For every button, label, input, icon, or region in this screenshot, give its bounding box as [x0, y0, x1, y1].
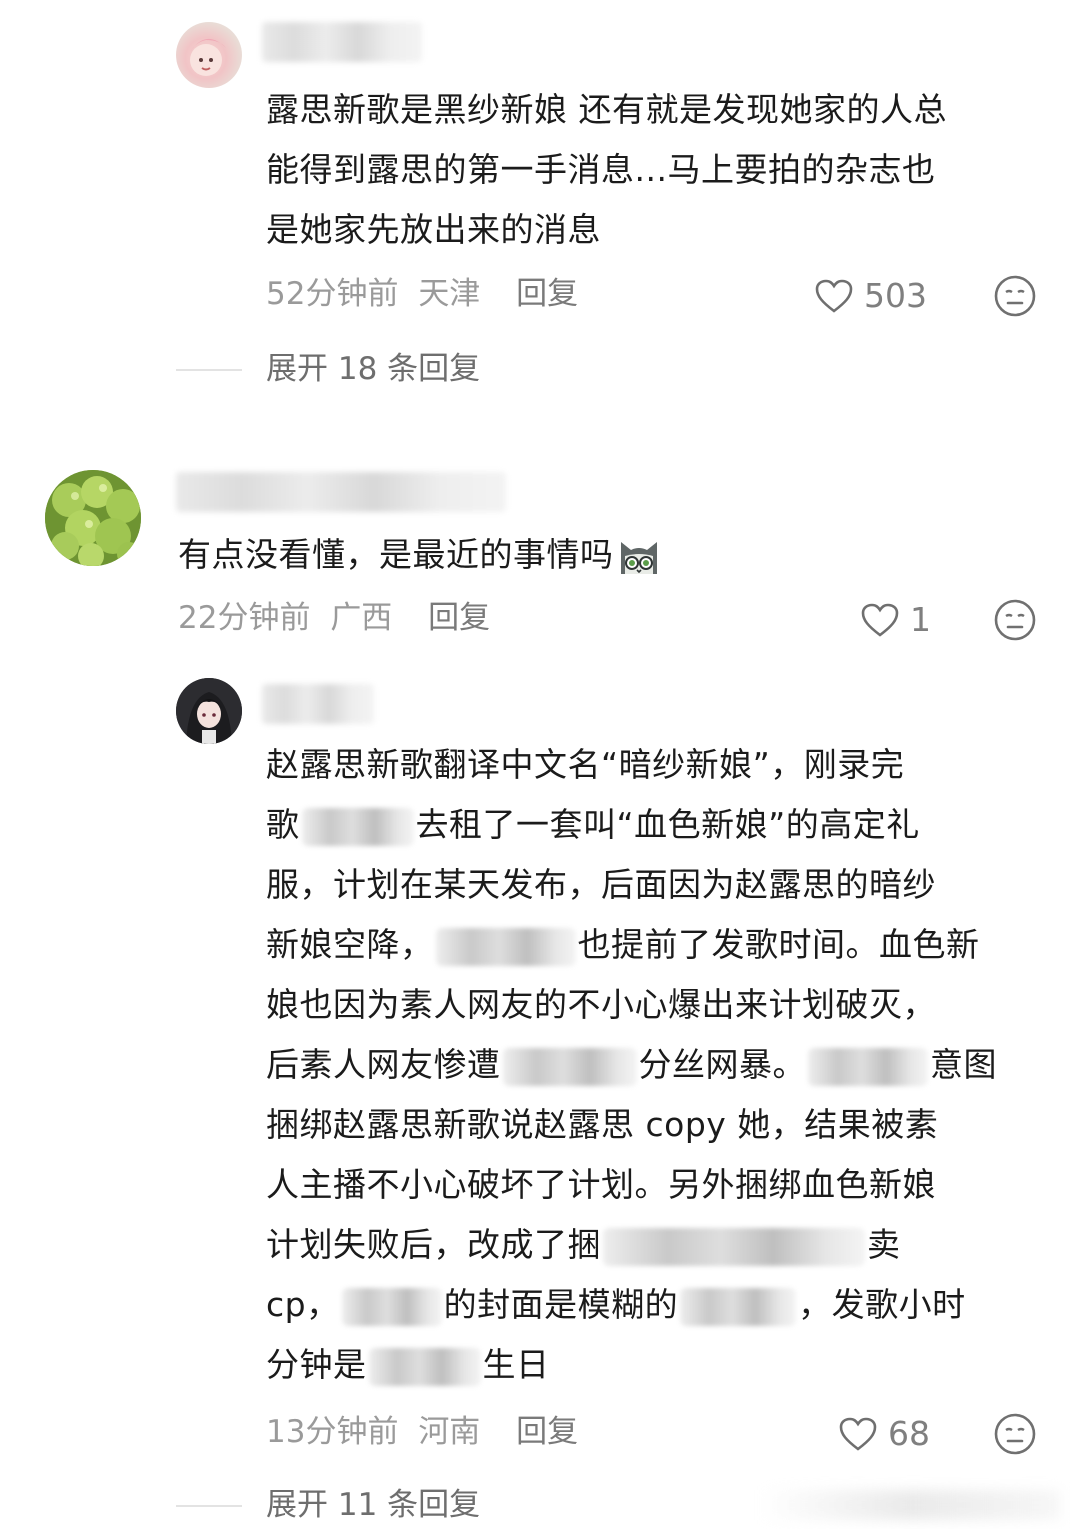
- text-segment: 后素人网友惨遭: [266, 1045, 501, 1084]
- blurred-text: [680, 1287, 797, 1326]
- text-segment: 的封面是模糊的: [443, 1285, 679, 1324]
- comment-line: 后素人网友惨遭 分丝网暴。 意图: [266, 1035, 997, 1095]
- blurred-text: [603, 1227, 865, 1266]
- comment-line: 娘也因为素人网友的不小心爆出来计划破灭，: [266, 985, 936, 1024]
- text-segment: 去租了一套叫“血色新娘”的高定礼: [415, 805, 920, 844]
- text-segment: 也提前了发歌时间。血色新: [577, 925, 980, 964]
- avatar[interactable]: [176, 22, 242, 88]
- like-count: 503: [864, 276, 927, 315]
- blurred-text: [435, 927, 576, 966]
- comment-meta: 22分钟前 广西 回复: [178, 594, 490, 642]
- watermark: [760, 1490, 1060, 1520]
- timestamp: 22分钟前: [178, 600, 311, 636]
- expand-replies-button[interactable]: 展开 18 条回复: [266, 345, 480, 393]
- comment-meta: 13分钟前 河南 回复: [266, 1408, 578, 1456]
- heart-icon: [861, 603, 899, 637]
- like-count: 68: [888, 1414, 930, 1453]
- text-segment: 生日: [482, 1345, 550, 1384]
- comment-line-text: 有点没看懂，是最近的事情吗: [178, 535, 614, 574]
- expand-replies-button[interactable]: 展开 11 条回复: [266, 1481, 480, 1529]
- text-segment: 分丝网暴。: [638, 1045, 806, 1084]
- text-segment: 计划失败后，改成了捆: [266, 1225, 601, 1264]
- comment-line: 新娘空降， 也提前了发歌时间。血色新: [266, 915, 997, 975]
- comment-line: 露思新歌是黑纱新娘 还有就是发现她家的人总: [266, 90, 947, 129]
- reply-button[interactable]: 回复: [516, 276, 578, 312]
- blurred-text: [368, 1347, 481, 1386]
- comment-line: 捆绑赵露思新歌说赵露思 copy 她，结果被素: [266, 1105, 939, 1144]
- comment-line: 赵露思新歌翻译中文名“暗纱新娘”，刚录完: [266, 745, 905, 784]
- dislike-face-icon[interactable]: [993, 598, 1037, 642]
- comment-line: 歌 去租了一套叫“血色新娘”的高定礼: [266, 795, 997, 855]
- comment-line: 分钟是 生日: [266, 1335, 997, 1395]
- timestamp: 13分钟前: [266, 1414, 399, 1450]
- comment-meta: 52分钟前 天津 回复: [266, 270, 578, 318]
- dislike-face-icon[interactable]: [993, 274, 1037, 318]
- avatar-illustration: [190, 38, 226, 76]
- username-blurred[interactable]: [262, 22, 422, 62]
- reply-button[interactable]: 回复: [516, 1414, 578, 1450]
- reply-button[interactable]: 回复: [428, 600, 490, 636]
- avatar-illustration: [45, 470, 141, 566]
- avatar[interactable]: [45, 470, 141, 566]
- text-segment: 卖: [867, 1225, 901, 1264]
- blurred-text: [808, 1047, 928, 1086]
- comment-text: 露思新歌是黑纱新娘 还有就是发现她家的人总 能得到露思的第一手消息...马上要拍…: [266, 80, 947, 260]
- comment-line: cp， 的封面是模糊的 ，发歌小时: [266, 1275, 997, 1335]
- divider: [176, 1505, 242, 1507]
- text-segment: 分钟是: [266, 1345, 367, 1384]
- blurred-text: [341, 1287, 442, 1326]
- comment-line: 人主播不小心破坏了计划。另外捆绑血色新娘: [266, 1165, 936, 1204]
- location: 天津: [418, 276, 481, 312]
- comment-line: 能得到露思的第一手消息...马上要拍的杂志也: [266, 150, 936, 189]
- comment-line: 有点没看懂，是最近的事情吗: [178, 525, 662, 585]
- comment-line: 计划失败后，改成了捆 卖: [266, 1215, 997, 1275]
- comment-text: 有点没看懂，是最近的事情吗: [178, 525, 662, 585]
- username-blurred[interactable]: [176, 472, 506, 512]
- avatar-illustration: [176, 678, 242, 744]
- comment-line: 是她家先放出来的消息: [266, 210, 601, 249]
- text-segment: 新娘空降，: [266, 925, 434, 964]
- location: 河南: [418, 1414, 481, 1450]
- text-segment: 意图: [930, 1045, 997, 1084]
- like-count: 1: [910, 600, 931, 639]
- avatar[interactable]: [176, 678, 242, 744]
- divider: [176, 369, 242, 371]
- like-button[interactable]: 503: [814, 272, 927, 320]
- username-blurred[interactable]: [262, 684, 374, 724]
- like-button[interactable]: 68: [838, 1410, 930, 1458]
- text-segment: ，发歌小时: [798, 1285, 966, 1324]
- text-segment: 歌: [266, 805, 300, 844]
- dislike-face-icon[interactable]: [993, 1412, 1037, 1456]
- text-segment: cp，: [266, 1285, 340, 1324]
- location: 广西: [330, 600, 393, 636]
- comment-line: 服，计划在某天发布，后面因为赵露思的暗纱: [266, 865, 936, 904]
- timestamp: 52分钟前: [266, 276, 399, 312]
- heart-icon: [815, 279, 853, 313]
- comment-text: 赵露思新歌翻译中文名“暗纱新娘”，刚录完 歌 去租了一套叫“血色新娘”的高定礼 服…: [266, 735, 997, 1395]
- blurred-text: [301, 807, 414, 846]
- heart-icon: [839, 1417, 877, 1451]
- blurred-text: [502, 1047, 637, 1086]
- cat-emoji-icon: [620, 541, 657, 574]
- like-button[interactable]: 1: [860, 596, 931, 644]
